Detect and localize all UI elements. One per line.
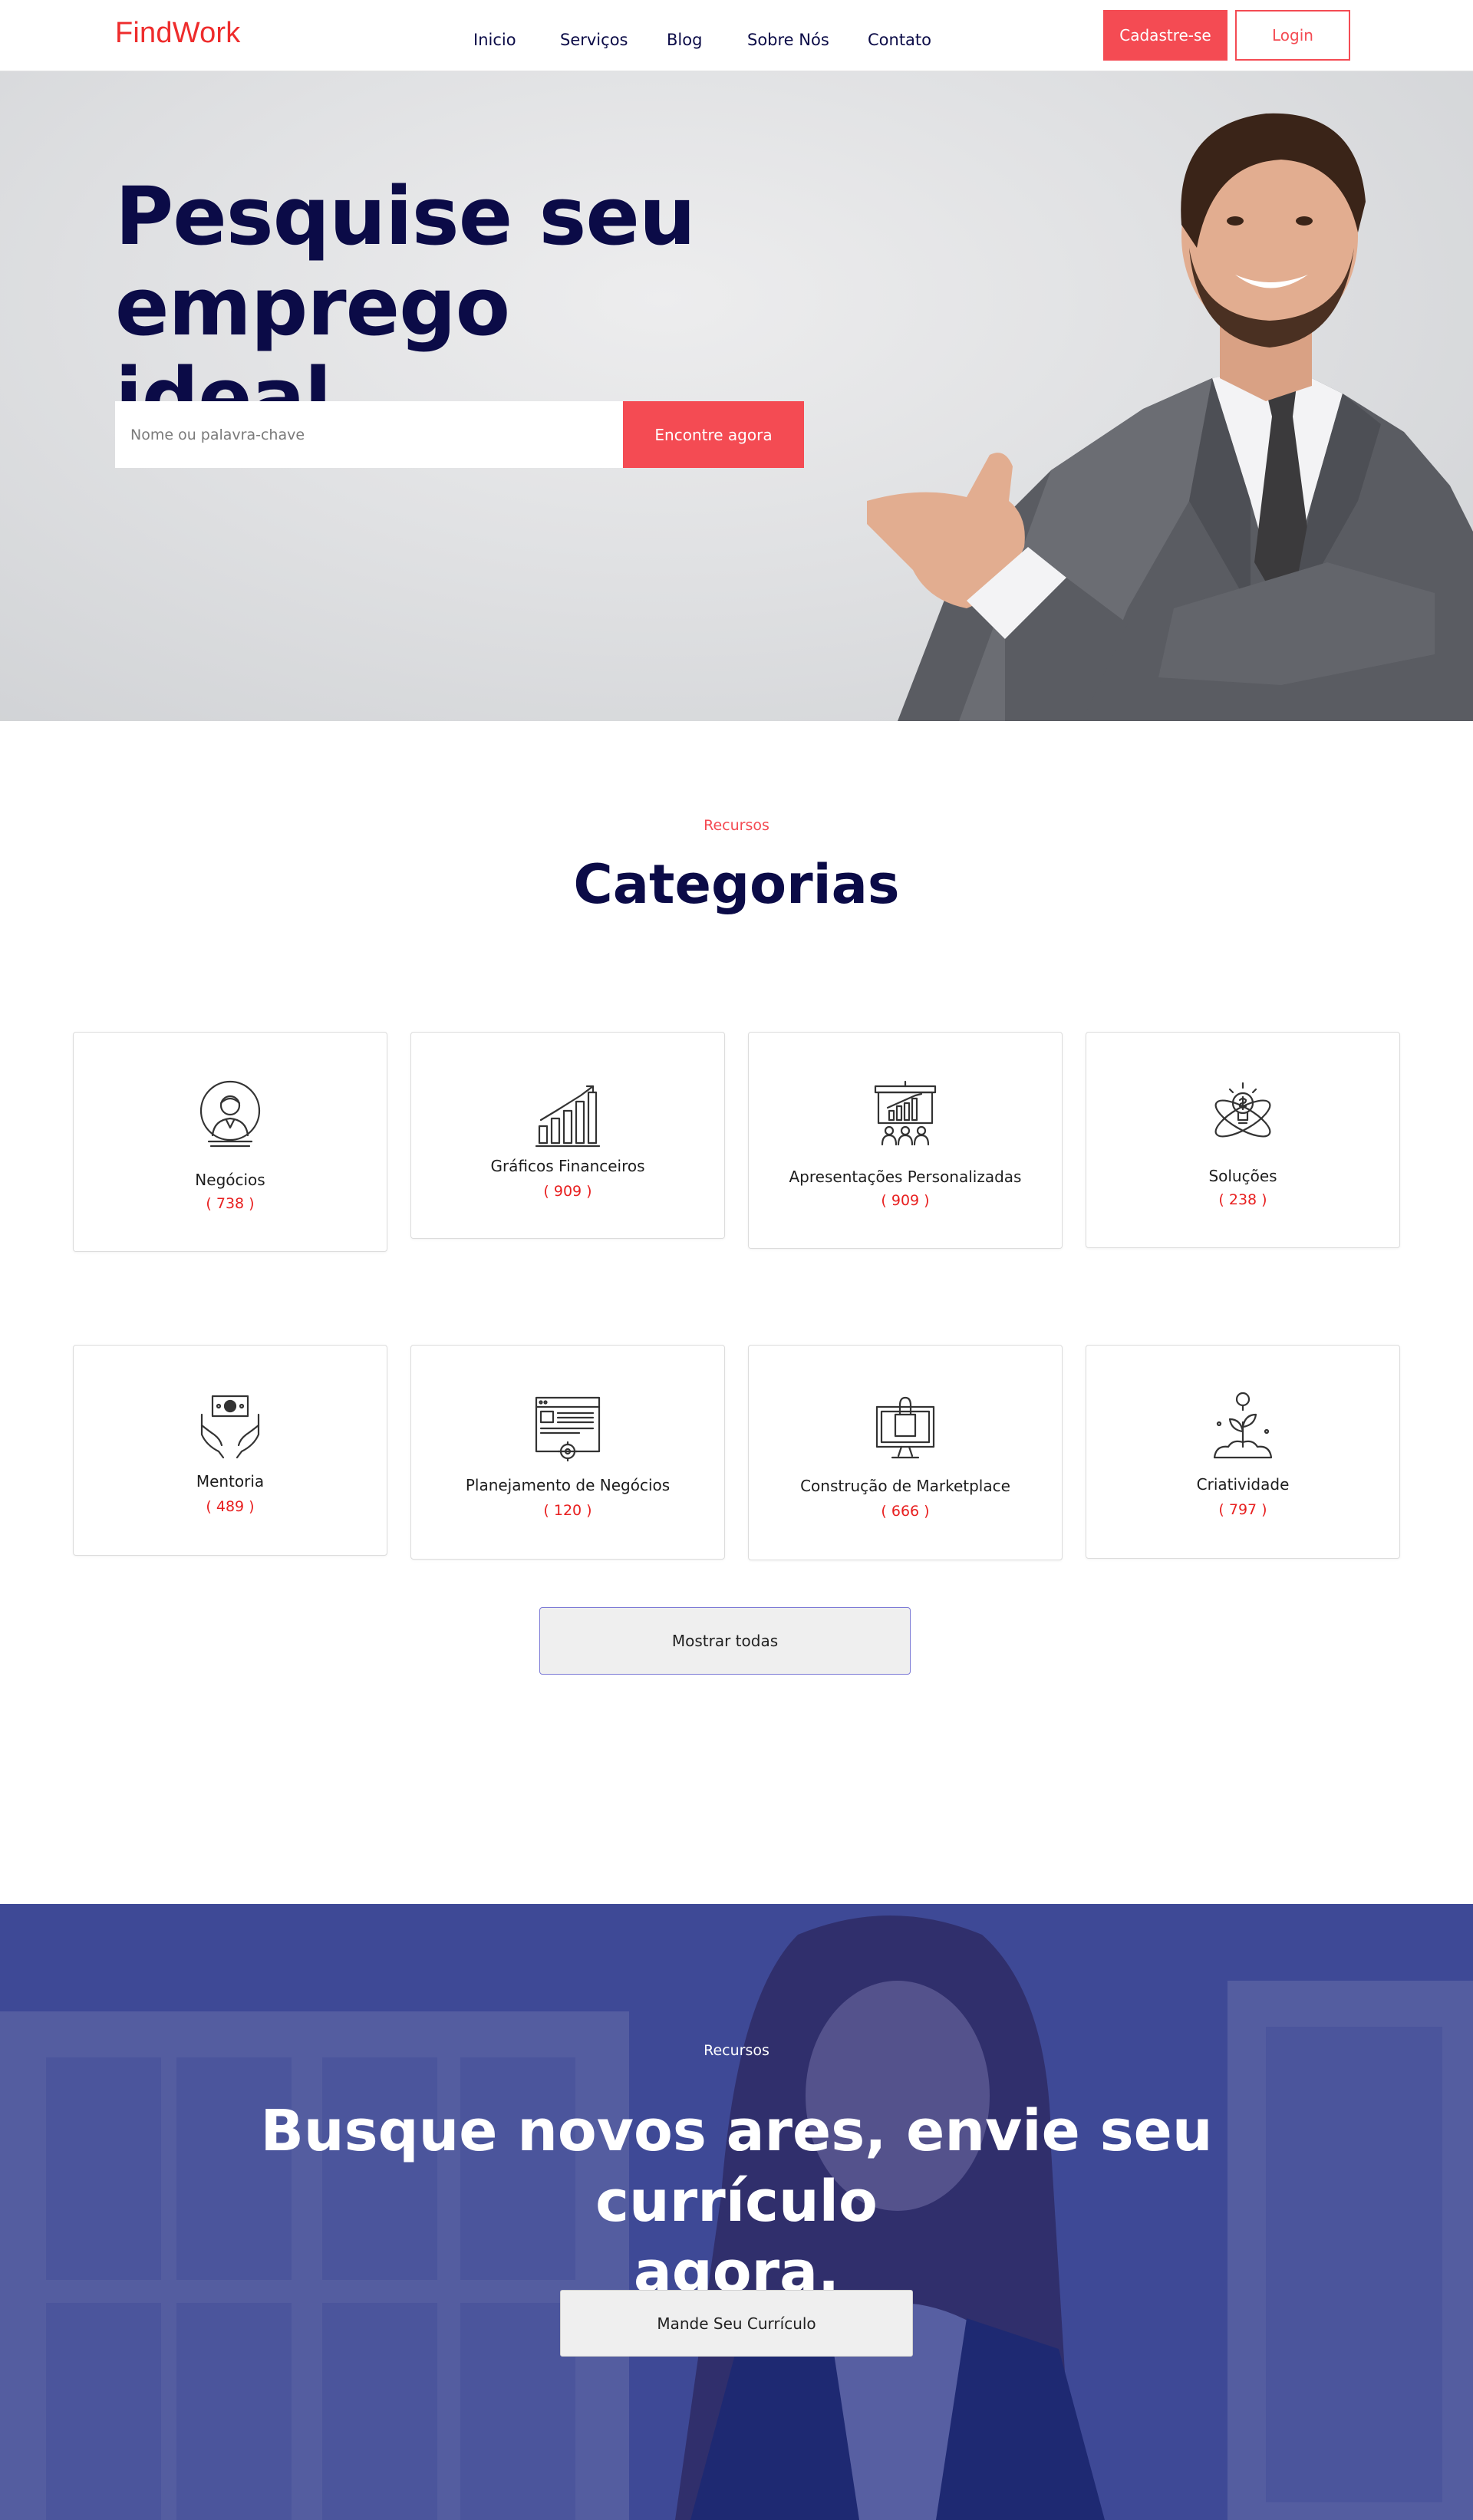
category-label: Construção de Marketplace: [800, 1477, 1010, 1495]
category-count: ( 909 ): [543, 1183, 592, 1200]
category-card-criatividade[interactable]: Criatividade ( 797 ): [1086, 1345, 1400, 1559]
cta-section: Recursos Busque novos ares, envie seu cu…: [0, 1904, 1473, 2520]
nav-link-inicio[interactable]: Inicio: [473, 31, 516, 49]
category-label: Gráficos Financeiros: [490, 1157, 645, 1175]
hero-title-line1: Pesquise seu: [115, 170, 696, 263]
category-count: ( 738 ): [206, 1195, 255, 1212]
category-count: ( 797 ): [1218, 1501, 1267, 1518]
category-label: Mentoria: [196, 1472, 265, 1491]
nav-link-servicos[interactable]: Serviços: [560, 31, 628, 49]
category-card-solucoes[interactable]: Soluções ( 238 ): [1086, 1032, 1400, 1248]
cta-kicker: Recursos: [704, 2042, 769, 2059]
hero-section: Pesquise seu emprego ideal Encontre agor…: [0, 71, 1473, 721]
categories-title: Categorias: [573, 853, 900, 916]
logo[interactable]: FindWork: [115, 17, 241, 50]
cta-title-line1: Busque novos ares, envie seu currículo: [260, 2098, 1213, 2235]
monitor-bag-icon: [749, 1392, 1062, 1461]
category-card-graficos[interactable]: Gráficos Financeiros ( 909 ): [410, 1032, 725, 1239]
category-card-negocios[interactable]: Negócios ( 738 ): [73, 1032, 387, 1252]
login-button[interactable]: Login: [1235, 10, 1350, 61]
category-count: ( 238 ): [1218, 1191, 1267, 1208]
category-label: Apresentações Personalizadas: [789, 1168, 1022, 1186]
show-all-button[interactable]: Mostrar todas: [539, 1607, 911, 1675]
category-label: Criatividade: [1196, 1475, 1290, 1494]
nav-link-contato[interactable]: Contato: [868, 31, 931, 49]
browser-gear-icon: [411, 1393, 724, 1462]
category-card-marketplace[interactable]: Construção de Marketplace ( 666 ): [748, 1345, 1063, 1560]
search-button[interactable]: Encontre agora: [623, 401, 804, 468]
category-label: Soluções: [1208, 1167, 1277, 1185]
lightbulb-atom-icon: [1086, 1080, 1399, 1149]
signup-button[interactable]: Cadastre-se: [1103, 10, 1228, 61]
category-count: ( 666 ): [881, 1503, 930, 1520]
cta-title: Busque novos ares, envie seu currículo a…: [199, 2096, 1274, 2308]
category-count: ( 489 ): [206, 1498, 255, 1515]
send-cv-button[interactable]: Mande Seu Currículo: [560, 2290, 913, 2357]
presentation-icon: [749, 1080, 1062, 1149]
nav-link-blog[interactable]: Blog: [667, 31, 702, 49]
plant-idea-icon: [1086, 1392, 1399, 1461]
category-count: ( 120 ): [543, 1502, 592, 1519]
money-hands-icon: [74, 1392, 387, 1461]
category-count: ( 909 ): [881, 1192, 930, 1209]
category-card-mentoria[interactable]: Mentoria ( 489 ): [73, 1345, 387, 1556]
nav-link-sobre[interactable]: Sobre Nós: [747, 31, 829, 49]
search-input[interactable]: [115, 401, 624, 468]
businessman-icon: [74, 1080, 387, 1149]
category-card-planejamento[interactable]: Planejamento de Negócios ( 120 ): [410, 1345, 725, 1560]
category-label: Negócios: [195, 1171, 265, 1189]
bar-chart-icon: [411, 1080, 724, 1149]
hero-businessman-image: [867, 113, 1473, 721]
navbar: FindWork Inicio Serviços Blog Sobre Nós …: [0, 0, 1473, 71]
category-label: Planejamento de Negócios: [465, 1476, 671, 1494]
categories-kicker: Recursos: [704, 817, 769, 834]
category-card-apresentacoes[interactable]: Apresentações Personalizadas ( 909 ): [748, 1032, 1063, 1249]
